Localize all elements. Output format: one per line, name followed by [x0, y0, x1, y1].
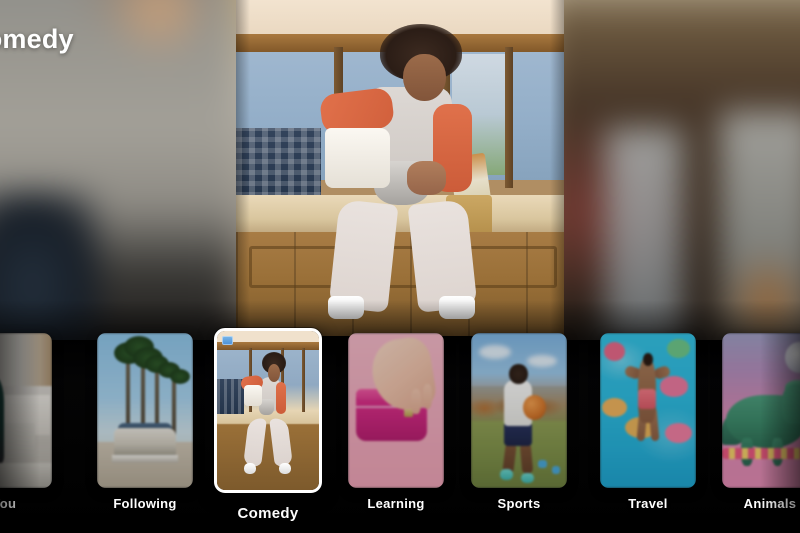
thumbnail-image-following [97, 333, 193, 488]
category-thumbnail[interactable] [97, 333, 193, 488]
category-thumbnail[interactable] [0, 333, 52, 488]
category-card-learning[interactable]: Learning [348, 333, 444, 511]
category-card-following[interactable]: Following [97, 333, 193, 511]
category-label-following: Following [113, 496, 177, 511]
app-root: Comedy You [0, 0, 800, 533]
thumbnail-image-sports [471, 333, 567, 488]
thumbnail-image-travel [600, 333, 696, 488]
category-thumbnail-selected[interactable] [214, 328, 322, 493]
category-thumbnail[interactable] [600, 333, 696, 488]
video-frame [236, 0, 564, 336]
next-video-preview[interactable] [564, 0, 800, 340]
category-card-for-you[interactable]: You [0, 333, 52, 511]
category-card-comedy[interactable]: Comedy [214, 328, 322, 522]
page-title: Comedy [0, 24, 74, 54]
category-label-sports: Sports [497, 496, 541, 511]
category-label-learning: Learning [367, 496, 425, 511]
category-carousel[interactable]: You Following [0, 328, 800, 533]
category-label-animals: Animals [743, 496, 797, 511]
category-card-sports[interactable]: Sports [471, 333, 567, 511]
featured-video-player[interactable] [236, 0, 564, 336]
thumbnail-image-comedy [217, 331, 319, 490]
category-thumbnail[interactable] [722, 333, 800, 488]
category-card-animals[interactable]: Animals [722, 333, 800, 511]
new-badge-icon [222, 336, 233, 345]
thumbnail-image-learning [348, 333, 444, 488]
category-thumbnail[interactable] [471, 333, 567, 488]
category-thumbnail[interactable] [348, 333, 444, 488]
category-label-comedy: Comedy [237, 505, 299, 522]
category-card-travel[interactable]: Travel [600, 333, 696, 511]
category-label-for-you: You [0, 496, 17, 511]
thumbnail-image-animals [722, 333, 800, 488]
thumbnail-image-for-you [0, 333, 52, 488]
category-label-travel: Travel [628, 496, 668, 511]
video-subject [236, 0, 564, 336]
